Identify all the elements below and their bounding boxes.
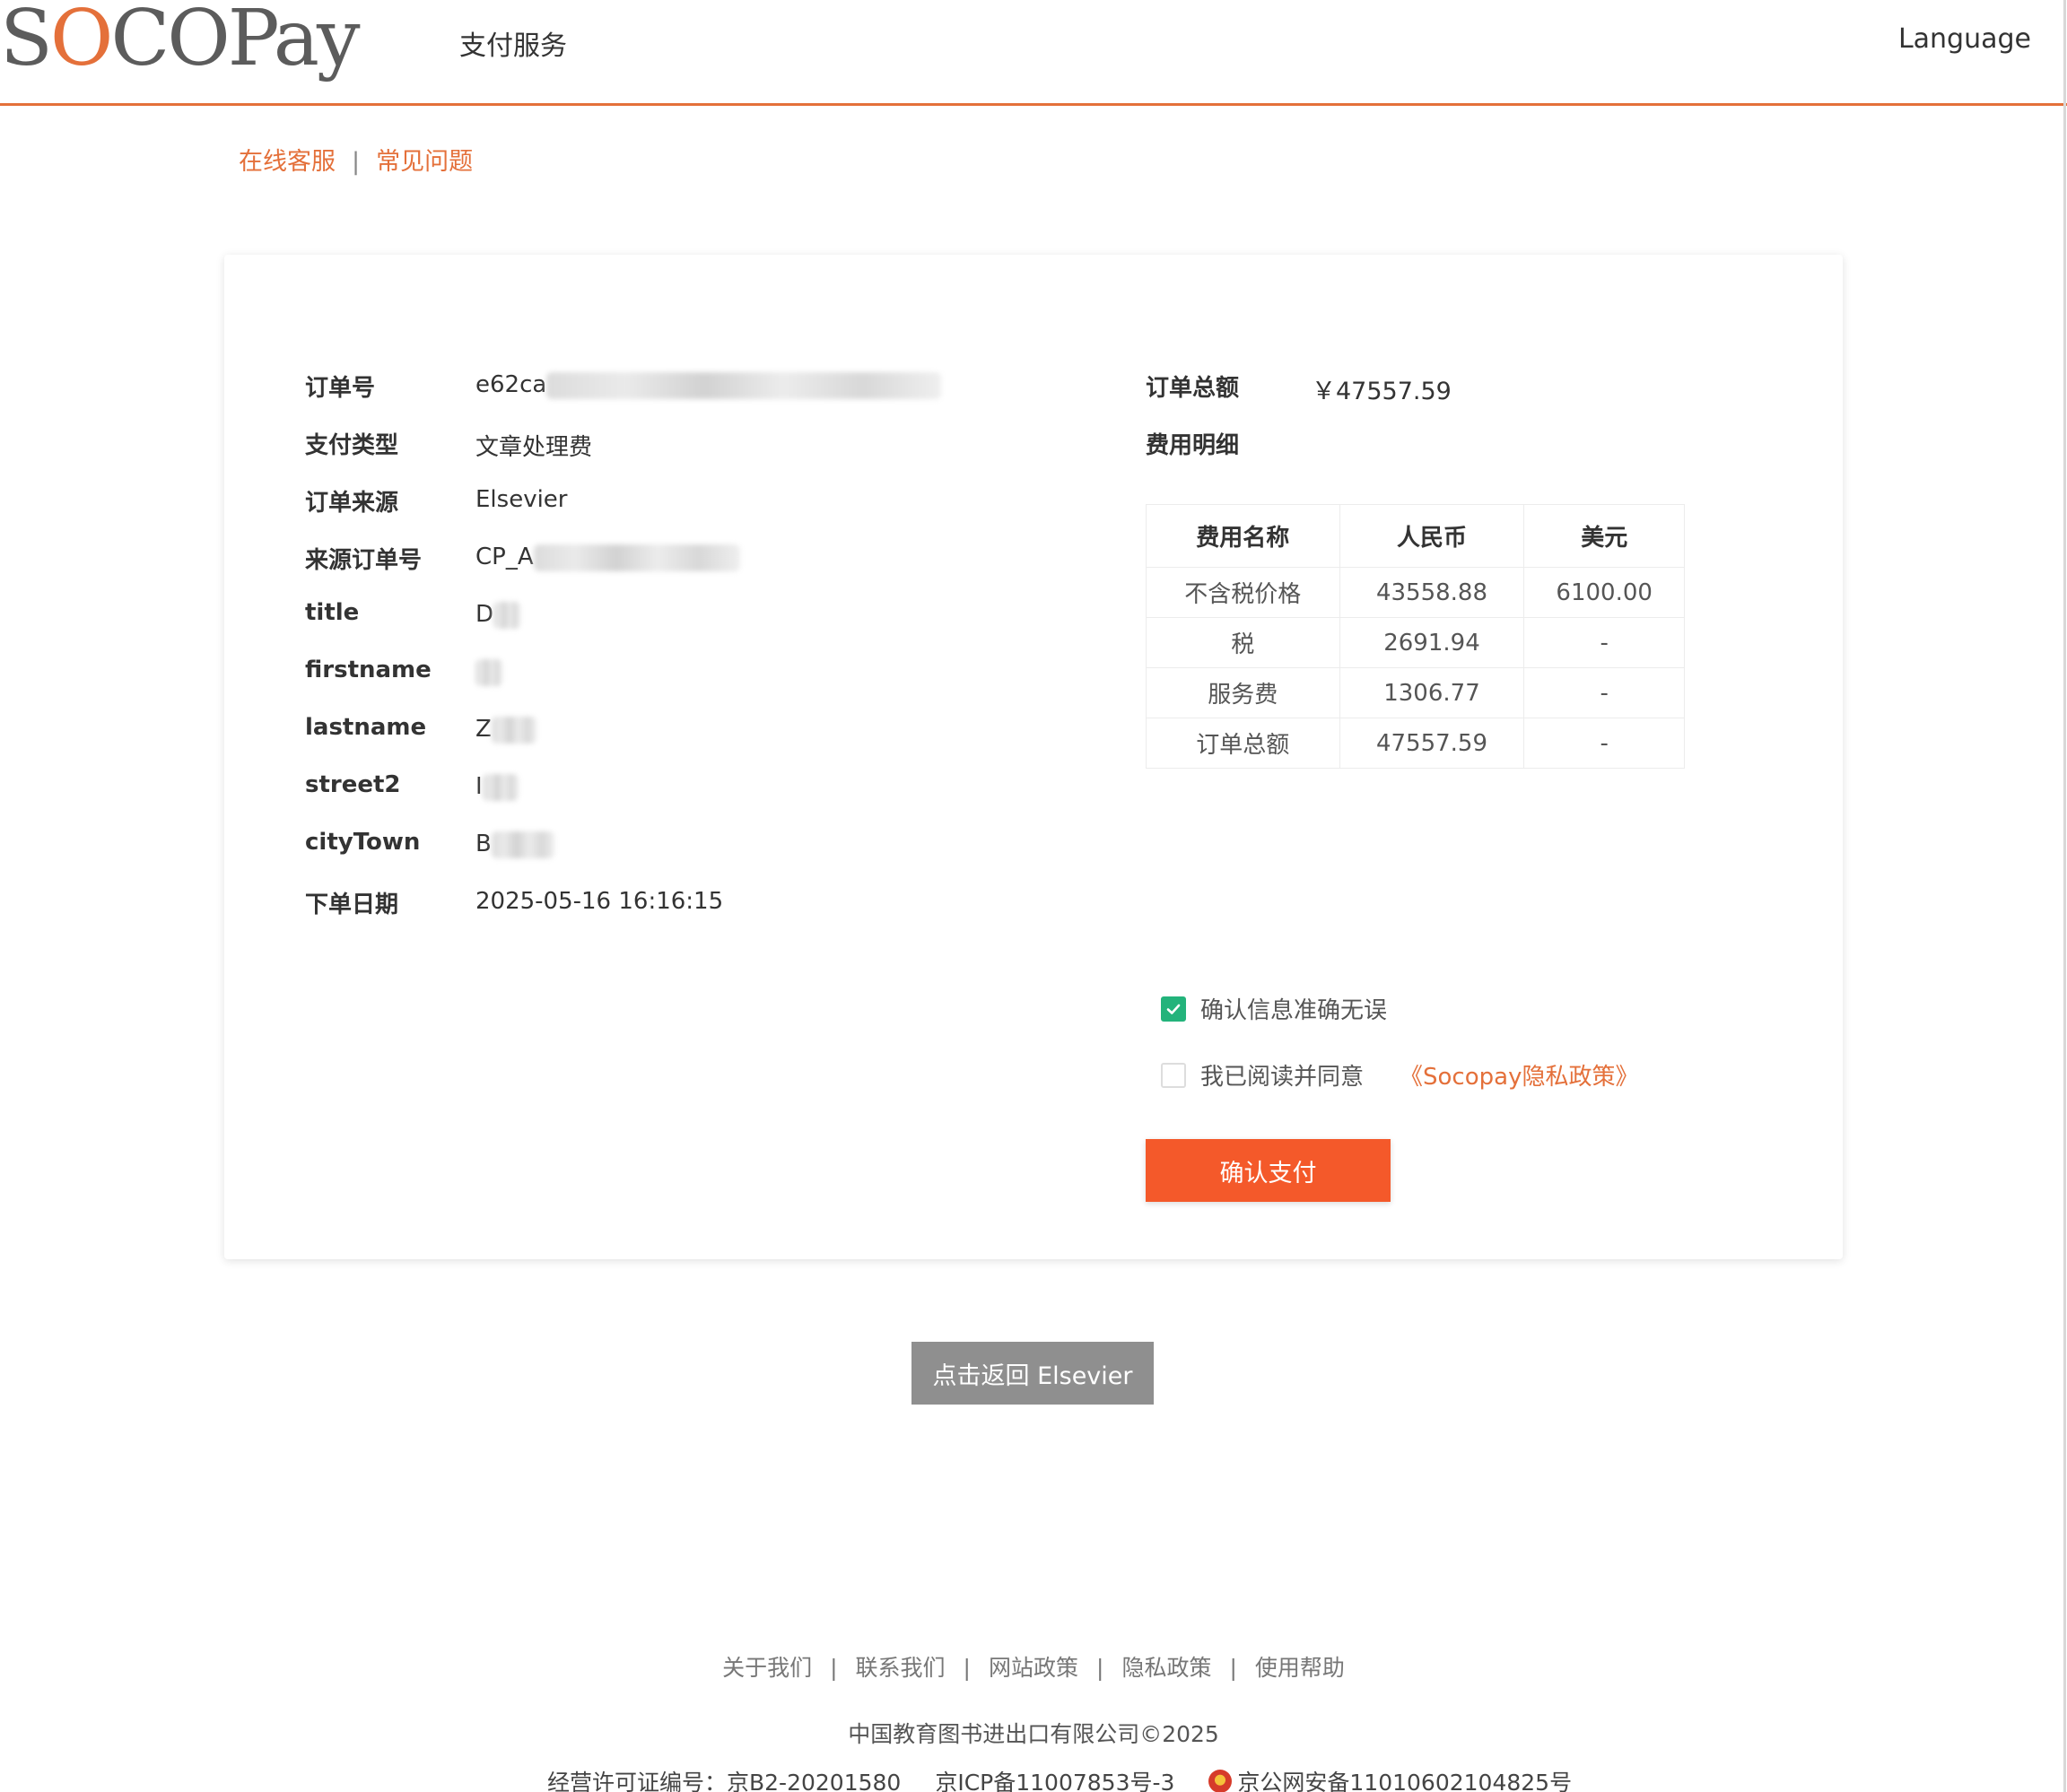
order-total-value: ￥47557.59 bbox=[1312, 378, 1452, 405]
source-order-no-label: 来源订单号 bbox=[305, 547, 423, 574]
order-no-value: e62ca bbox=[475, 371, 942, 399]
payment-type-value: 文章处理费 bbox=[475, 434, 593, 461]
redacted-blur bbox=[493, 601, 521, 629]
footer-link-privacy[interactable]: 隐私政策 bbox=[1121, 1655, 1211, 1681]
separator: | bbox=[1229, 1655, 1237, 1681]
separator: | bbox=[352, 148, 361, 176]
order-no-label: 订单号 bbox=[305, 375, 376, 402]
title-value: D bbox=[475, 601, 521, 629]
order-total-label: 订单总额 bbox=[1146, 375, 1240, 402]
separator: | bbox=[830, 1655, 838, 1681]
fee-name-cell: 订单总额 bbox=[1146, 718, 1340, 769]
table-row: 不含税价格 43558.88 6100.00 bbox=[1146, 567, 1685, 618]
order-date-label: 下单日期 bbox=[305, 892, 399, 918]
checkmark-icon bbox=[1166, 1004, 1181, 1014]
fee-name-cell: 服务费 bbox=[1146, 667, 1340, 718]
separator: | bbox=[963, 1655, 971, 1681]
online-service-link[interactable]: 在线客服 bbox=[239, 148, 336, 176]
order-source-label: 订单来源 bbox=[305, 490, 399, 517]
rmb-cell: 1306.77 bbox=[1339, 667, 1525, 718]
rmb-cell: 43558.88 bbox=[1339, 567, 1525, 618]
redacted-blur bbox=[491, 716, 536, 744]
footer-links: 关于我们 | 联系我们 | 网站政策 | 隐私政策 | 使用帮助 bbox=[0, 1650, 2067, 1683]
usd-cell: 6100.00 bbox=[1523, 567, 1685, 618]
usd-cell: - bbox=[1523, 718, 1685, 769]
redacted-blur bbox=[533, 544, 740, 571]
confirm-info-checkbox[interactable] bbox=[1161, 996, 1186, 1022]
column-header: 美元 bbox=[1523, 504, 1685, 568]
fee-name-cell: 不含税价格 bbox=[1146, 567, 1340, 618]
confirm-info-label: 确认信息准确无误 bbox=[1200, 997, 1388, 1024]
agree-policy-checkbox[interactable] bbox=[1161, 1062, 1186, 1088]
fee-table: 费用名称 人民币 美元 不含税价格 43558.88 6100.00 税 269… bbox=[1146, 504, 1685, 769]
title-label: title bbox=[305, 599, 360, 626]
street2-label: street2 bbox=[305, 771, 401, 798]
agree-policy-label: 我已阅读并同意 bbox=[1200, 1064, 1365, 1091]
copyright-text: 中国教育图书进出口有限公司©2025 bbox=[848, 1721, 1219, 1747]
citytown-label: cityTown bbox=[305, 829, 421, 856]
service-title[interactable]: 支付服务 bbox=[459, 23, 567, 63]
fee-name-cell: 税 bbox=[1146, 617, 1340, 668]
redacted-blur bbox=[475, 658, 502, 686]
socopay-logo[interactable]: SOCOPay bbox=[0, 0, 361, 77]
footer-link-help[interactable]: 使用帮助 bbox=[1255, 1655, 1345, 1681]
top-header: SOCOPay 支付服务 Language bbox=[0, 0, 2067, 106]
separator: | bbox=[1096, 1655, 1104, 1681]
table-header-row: 费用名称 人民币 美元 bbox=[1146, 504, 1685, 568]
column-header: 人民币 bbox=[1339, 504, 1525, 568]
fee-detail-label: 费用明细 bbox=[1146, 432, 1240, 459]
redacted-blur bbox=[546, 371, 942, 399]
police-record[interactable]: 京公网安备11010602104825号 bbox=[1237, 1765, 1572, 1792]
lastname-value: Z bbox=[475, 716, 536, 744]
redacted-blur bbox=[482, 773, 519, 801]
table-row: 服务费 1306.77 - bbox=[1146, 667, 1685, 718]
license-bar: 经营许可证编号：京B2-20201580 京ICP备11007853号-3 京公… bbox=[547, 1765, 1606, 1792]
usd-cell: - bbox=[1523, 617, 1685, 668]
confirm-info-row: 确认信息准确无误 bbox=[1161, 992, 1387, 1025]
language-selector[interactable]: Language bbox=[1898, 23, 2031, 55]
window-edge bbox=[2063, 0, 2066, 1792]
help-links: 在线客服 | 常见问题 bbox=[239, 142, 473, 177]
rmb-cell: 2691.94 bbox=[1339, 617, 1525, 668]
table-row: 税 2691.94 - bbox=[1146, 617, 1685, 668]
rmb-cell: 47557.59 bbox=[1339, 718, 1525, 769]
icp-number[interactable]: 京ICP备11007853号-3 bbox=[935, 1765, 1174, 1792]
source-order-no-value: CP_A bbox=[475, 544, 740, 571]
lastname-label: lastname bbox=[305, 714, 427, 741]
firstname-label: firstname bbox=[305, 657, 432, 683]
citytown-value: B bbox=[475, 831, 554, 858]
business-license: 经营许可证编号：京B2-20201580 bbox=[547, 1770, 902, 1792]
faq-link[interactable]: 常见问题 bbox=[376, 148, 473, 176]
firstname-value bbox=[475, 658, 502, 686]
privacy-policy-link[interactable]: 《Socopay隐私政策》 bbox=[1400, 1058, 1638, 1092]
footer-link-site-policy[interactable]: 网站政策 bbox=[989, 1655, 1078, 1681]
footer-link-contact[interactable]: 联系我们 bbox=[856, 1655, 946, 1681]
order-source-value: Elsevier bbox=[475, 486, 568, 513]
police-emblem-icon bbox=[1208, 1770, 1233, 1792]
return-to-elsevier-button[interactable]: 点击返回 Elsevier bbox=[911, 1342, 1154, 1405]
payment-type-label: 支付类型 bbox=[305, 432, 399, 459]
redacted-blur bbox=[491, 831, 554, 858]
agree-policy-row: 我已阅读并同意 《Socopay隐私政策》 bbox=[1161, 1058, 1638, 1092]
order-card: 订单号 e62ca 支付类型 文章处理费 订单来源 Elsevier 来源订单号… bbox=[224, 255, 1843, 1259]
street2-value: I bbox=[475, 773, 519, 801]
confirm-pay-button[interactable]: 确认支付 bbox=[1146, 1139, 1391, 1202]
footer-link-about[interactable]: 关于我们 bbox=[722, 1655, 812, 1681]
order-date-value: 2025-05-16 16:16:15 bbox=[475, 888, 724, 915]
column-header: 费用名称 bbox=[1146, 504, 1340, 568]
table-row: 订单总额 47557.59 - bbox=[1146, 718, 1685, 769]
usd-cell: - bbox=[1523, 667, 1685, 718]
